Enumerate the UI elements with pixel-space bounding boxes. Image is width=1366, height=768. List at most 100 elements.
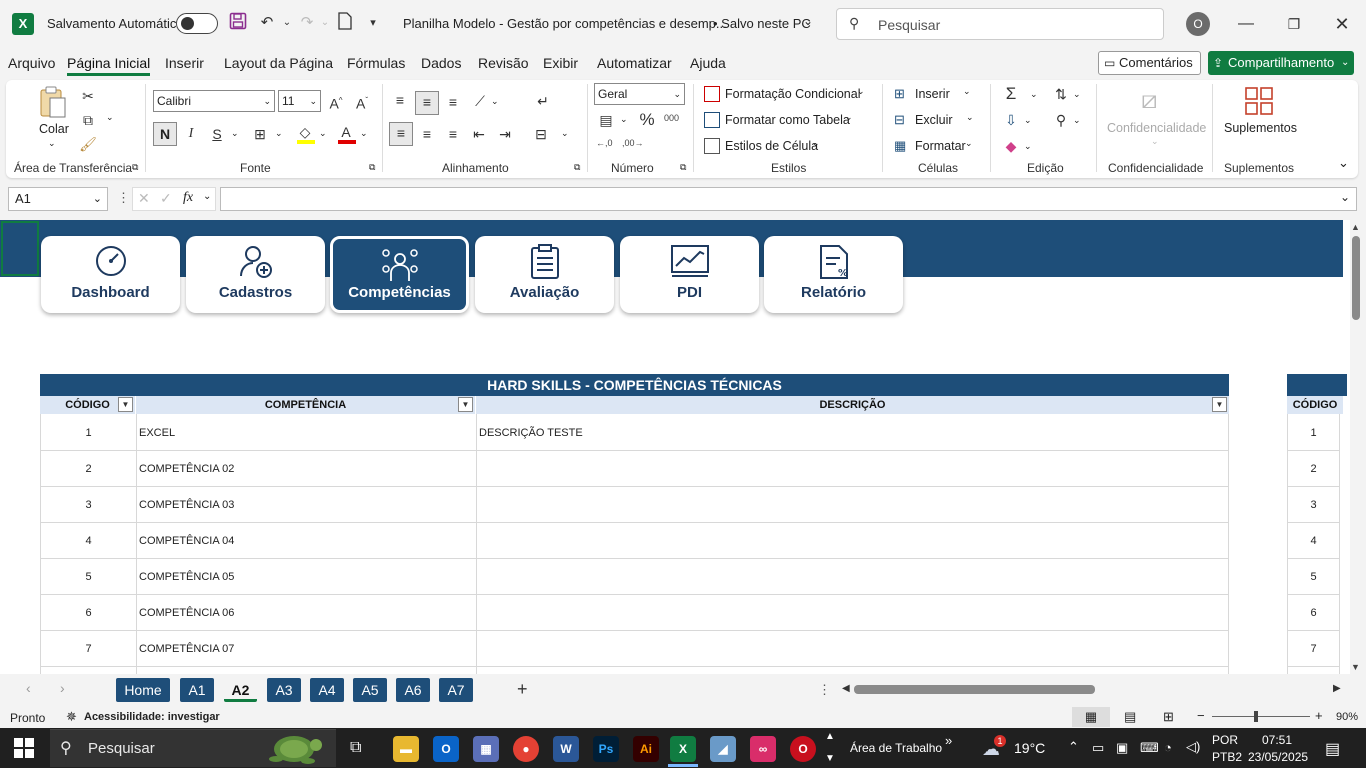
chevron-down-icon[interactable]: ⌄ bbox=[275, 128, 283, 139]
page-layout-icon[interactable]: ▤ bbox=[1124, 709, 1136, 725]
search-box[interactable]: ⚲ Pesquisar bbox=[836, 8, 1164, 40]
align-middle-icon[interactable]: ≡ bbox=[415, 91, 439, 115]
ribbon-collapse-icon[interactable]: ⌄ bbox=[1338, 155, 1349, 171]
chevron-down-icon[interactable]: ⌄ bbox=[803, 14, 813, 28]
accounting-format-icon[interactable]: ▤ bbox=[596, 110, 616, 130]
cell-code[interactable]: 3 bbox=[41, 487, 136, 523]
format-cells-button[interactable]: ▦ Formatar ⌄ bbox=[894, 138, 976, 156]
normal-view-icon[interactable]: ▦ bbox=[1072, 707, 1110, 727]
clock-date[interactable]: 23/05/2025 bbox=[1248, 750, 1308, 764]
sheet-tab-a4[interactable]: A4 bbox=[310, 678, 344, 702]
nav-card-pdi[interactable]: PDI bbox=[620, 236, 759, 313]
fill-icon[interactable]: ⇩ bbox=[1001, 110, 1021, 130]
sheet-tab-a2[interactable]: A2 bbox=[224, 678, 257, 702]
menu-exibir[interactable]: Exibir bbox=[543, 55, 578, 71]
chevron-down-icon[interactable]: ⌄ bbox=[1030, 89, 1038, 100]
more-options-icon[interactable]: ⋮ bbox=[117, 190, 130, 206]
delete-cells-button[interactable]: ⊟ Excluir ⌄ bbox=[894, 112, 976, 130]
addins-label[interactable]: Suplementos bbox=[1224, 121, 1297, 135]
table2-cell-code[interactable]: 4 bbox=[1288, 523, 1339, 559]
cell-competency[interactable]: COMPETÊNCIA 07 bbox=[139, 631, 234, 667]
chevron-down-icon[interactable]: ⌄ bbox=[1024, 115, 1032, 126]
more-options-icon[interactable]: ⋮ bbox=[818, 682, 831, 698]
chevron-down-icon[interactable]: ⌄ bbox=[1151, 136, 1159, 147]
sheet-tab-a7[interactable]: A7 bbox=[439, 678, 473, 702]
prev-sheet-icon[interactable]: ‹ bbox=[26, 680, 31, 696]
creative-cloud-icon[interactable]: ∞ bbox=[750, 736, 776, 762]
cell-code[interactable]: 5 bbox=[41, 559, 136, 595]
nav-card-relatorio[interactable]: % Relatório bbox=[764, 236, 903, 313]
cell-competency[interactable]: COMPETÊNCIA 04 bbox=[139, 523, 234, 559]
chevron-down-icon[interactable]: ⌄ bbox=[561, 128, 569, 139]
tray-app-icon[interactable]: ▣ bbox=[1116, 740, 1128, 756]
share-button[interactable]: ⇪ Compartilhamento ⌄ bbox=[1208, 51, 1354, 75]
cut-icon[interactable]: ✂ bbox=[78, 86, 98, 106]
chevron-down-icon[interactable]: ⌄ bbox=[231, 128, 239, 139]
turtle-highlight-icon[interactable] bbox=[260, 731, 326, 768]
table2-cell-code[interactable]: 7 bbox=[1288, 631, 1339, 667]
table-row[interactable]: 1 EXCEL DESCRIÇÃO TESTE bbox=[41, 415, 1228, 451]
page-break-icon[interactable]: ⊞ bbox=[1163, 709, 1174, 725]
filter-dropdown-icon[interactable]: ▼ bbox=[1212, 397, 1227, 412]
table-row[interactable]: 5 COMPETÊNCIA 05 bbox=[41, 559, 1228, 595]
cell-code[interactable]: 2 bbox=[41, 451, 136, 487]
enter-icon[interactable]: ✓ bbox=[160, 190, 172, 207]
cancel-icon[interactable]: ✕ bbox=[138, 190, 150, 207]
menu-layout[interactable]: Layout da Página bbox=[224, 55, 333, 71]
chevron-down-icon[interactable]: ⌄ bbox=[203, 191, 211, 202]
file-explorer-icon[interactable]: ▬ bbox=[393, 736, 419, 762]
sheet-tab-a3[interactable]: A3 bbox=[267, 678, 301, 702]
align-right-icon[interactable]: ≡ bbox=[443, 124, 463, 144]
increase-decimal-icon[interactable]: ←,0 bbox=[596, 138, 613, 148]
font-size-select[interactable]: 11 ⌄ bbox=[278, 90, 321, 112]
underline-button[interactable]: S bbox=[207, 124, 227, 144]
sheet-tab-home[interactable]: Home bbox=[116, 678, 170, 702]
chevron-down-icon[interactable]: ⌄ bbox=[48, 138, 56, 149]
cell-styles-button[interactable]: Estilos de Célula ⌄ bbox=[704, 138, 864, 156]
cell-competency[interactable]: EXCEL bbox=[139, 415, 175, 451]
word-icon[interactable]: W bbox=[553, 736, 579, 762]
formula-input[interactable]: ⌄ bbox=[220, 187, 1357, 211]
percent-icon[interactable]: % bbox=[637, 110, 657, 130]
input-language[interactable]: POR bbox=[1212, 733, 1238, 747]
cell-competency[interactable]: COMPETÊNCIA 05 bbox=[139, 559, 234, 595]
table2-cell-code[interactable]: 6 bbox=[1288, 595, 1339, 631]
menu-revisao[interactable]: Revisão bbox=[478, 55, 529, 71]
toolbar-expand-icon[interactable]: » bbox=[945, 733, 952, 748]
table-row[interactable]: 7 COMPETÊNCIA 07 bbox=[41, 631, 1228, 667]
next-sheet-icon[interactable]: › bbox=[60, 680, 65, 696]
merge-center-icon[interactable]: ⊟ bbox=[531, 124, 551, 144]
close-icon[interactable]: ✕ bbox=[1327, 10, 1357, 38]
comments-button[interactable]: ▭ Comentários bbox=[1098, 51, 1201, 75]
wifi-icon[interactable]: ◔ bbox=[1164, 740, 1172, 755]
dialog-launcher-icon[interactable]: ⧉ bbox=[680, 162, 686, 173]
clear-icon[interactable]: ◆ bbox=[1001, 136, 1021, 156]
autosum-icon[interactable]: Σ bbox=[1001, 84, 1021, 104]
format-painter-icon[interactable]: 🖌 bbox=[78, 134, 98, 154]
language-bar-icon[interactable]: ⌨ bbox=[1140, 740, 1159, 756]
scroll-down-icon[interactable]: ▼ bbox=[1351, 662, 1360, 672]
table-row[interactable]: 3 COMPETÊNCIA 03 bbox=[41, 487, 1228, 523]
clock-time[interactable]: 07:51 bbox=[1262, 733, 1292, 747]
insert-function-icon[interactable]: fx bbox=[183, 190, 193, 206]
decrease-font-icon[interactable]: Aˇ bbox=[352, 91, 372, 112]
undo-dropdown-icon[interactable]: ⌄ bbox=[276, 12, 298, 34]
scroll-right-icon[interactable]: ▶ bbox=[1333, 683, 1341, 694]
windows-start-icon[interactable] bbox=[14, 738, 34, 761]
menu-formulas[interactable]: Fórmulas bbox=[347, 55, 405, 71]
chevron-down-icon[interactable]: ⌄ bbox=[1073, 89, 1081, 100]
font-color-icon[interactable]: A bbox=[336, 122, 356, 142]
minimize-icon[interactable]: — bbox=[1231, 10, 1261, 38]
decrease-indent-icon[interactable]: ⇤ bbox=[469, 124, 489, 144]
sort-filter-icon[interactable]: ⇅ bbox=[1051, 84, 1071, 104]
expand-formula-icon[interactable]: ⌄ bbox=[1340, 190, 1350, 204]
table2-cell-code[interactable]: 2 bbox=[1288, 451, 1339, 487]
sheet-tab-a1[interactable]: A1 bbox=[180, 678, 214, 702]
align-bottom-icon[interactable]: ≡ bbox=[443, 92, 463, 112]
nav-card-dashboard[interactable]: Dashboard bbox=[41, 236, 180, 313]
add-sheet-icon[interactable]: + bbox=[517, 679, 528, 700]
customize-toolbar-icon[interactable]: ▾ bbox=[362, 12, 384, 34]
document-title[interactable]: Planilha Modelo - Gestão por competência… bbox=[403, 16, 727, 31]
table-row[interactable]: 2 COMPETÊNCIA 02 bbox=[41, 451, 1228, 487]
horizontal-scroll-thumb[interactable] bbox=[854, 685, 1095, 694]
